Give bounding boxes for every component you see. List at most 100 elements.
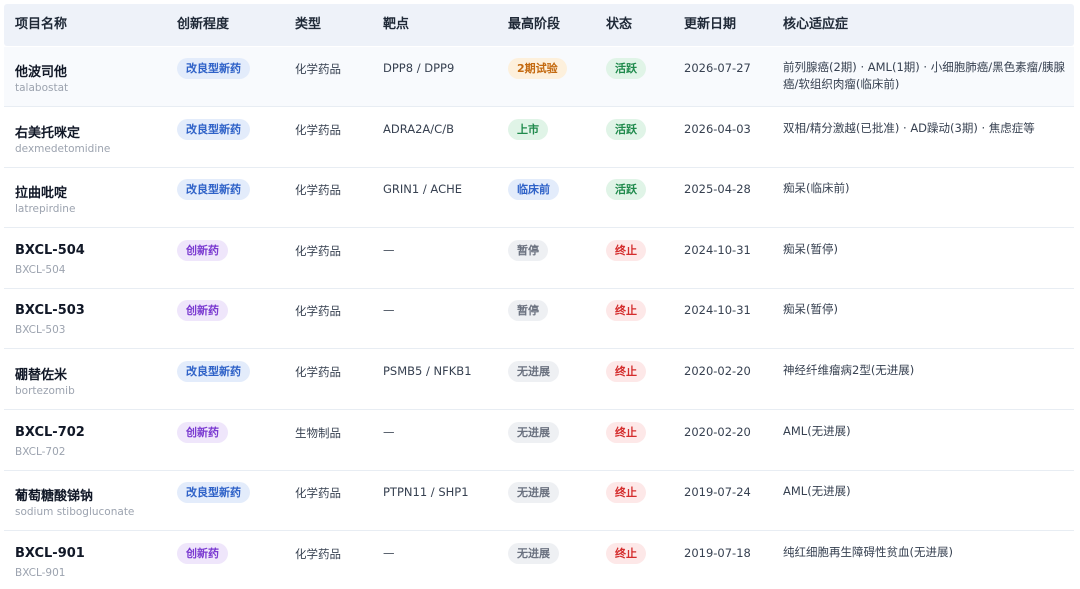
stage-badge: 无进展 (508, 542, 559, 564)
drug-generic-name: latrepirdine (15, 203, 76, 216)
drug-type: 化学药品 (295, 304, 341, 319)
innovation-badge: 创新药 (177, 542, 228, 564)
drug-type: 化学药品 (295, 486, 341, 501)
drug-name[interactable]: BXCL-504 (15, 243, 85, 258)
drug-generic-name: sodium stibogluconate (15, 506, 135, 519)
drug-generic-name: talabostat (15, 82, 69, 94)
column-header-status[interactable]: 状态 (606, 4, 632, 46)
update-date: 2020-02-20 (684, 424, 751, 439)
innovation-badge: 创新药 (177, 421, 228, 443)
column-header-target[interactable]: 靶点 (383, 4, 409, 46)
table-row[interactable]: BXCL-503 BXCL-503 创新药 化学药品 — 暂停 终止 2024-10-31 痴呆… (4, 289, 1074, 350)
table-row[interactable]: BXCL-901 BXCL-901 创新药 化学药品 — 无进展 终止 2019-07-18 纯… (4, 532, 1074, 589)
status-badge: 活跃 (606, 58, 646, 79)
status-badge: 终止 (606, 239, 646, 261)
column-header-date[interactable]: 更新日期 (684, 4, 736, 46)
table-row[interactable]: 右美托咪定 dexmedetomidine 改良型新药 化学药品 ADRA2A/C/B 上… (4, 108, 1074, 168)
table-header: 项目名称 创新程度 类型 靶点 最高阶段 状态 更新日期 核心适应症 (4, 4, 1074, 46)
drug-target: PTPN11 / SHP1 (383, 485, 469, 500)
stage-badge: 暂停 (508, 239, 548, 261)
update-date: 2025-04-28 (684, 182, 751, 197)
core-indication: AML(无进展) (783, 423, 851, 438)
status-badge: 终止 (606, 482, 646, 504)
table-row[interactable]: 硼替佐米 bortezomib 改良型新药 化学药品 PSMB5 / NFKB1 无进展 终… (4, 350, 1074, 410)
column-header-type[interactable]: 类型 (295, 4, 321, 46)
column-header-innovation[interactable]: 创新程度 (177, 4, 229, 46)
innovation-badge: 改良型新药 (177, 118, 250, 140)
innovation-badge: 改良型新药 (177, 482, 250, 504)
stage-badge: 上市 (508, 118, 548, 140)
status-badge: 终止 (606, 300, 646, 322)
drug-generic-name: BXCL-504 (15, 263, 66, 276)
core-indication: AML(无进展) (783, 484, 851, 499)
drug-type: 生物制品 (295, 425, 341, 440)
drug-target: — (383, 545, 395, 560)
drug-target: — (383, 242, 395, 257)
drug-generic-name: BXCL-702 (15, 445, 66, 458)
column-header-stage[interactable]: 最高阶段 (508, 4, 560, 46)
stage-badge: 无进展 (508, 421, 559, 443)
stage-badge: 无进展 (508, 361, 559, 382)
innovation-badge: 创新药 (177, 239, 228, 261)
core-indication: 痴呆(暂停) (783, 302, 838, 317)
drug-type: 化学药品 (295, 365, 341, 379)
update-date: 2024-10-31 (684, 303, 751, 318)
drug-name[interactable]: 硼替佐米 (15, 364, 67, 383)
status-badge: 活跃 (606, 118, 646, 140)
drug-target: ADRA2A/C/B (383, 121, 454, 136)
table-row[interactable]: 拉曲吡啶 latrepirdine 改良型新药 化学药品 GRIN1 / ACHE 临床前… (4, 168, 1074, 229)
stage-badge: 临床前 (508, 179, 559, 201)
status-badge: 终止 (606, 361, 646, 382)
drug-name[interactable]: 他波司他 (15, 61, 67, 80)
drug-generic-name: bortezomib (15, 385, 75, 397)
drug-type: 化学药品 (295, 243, 341, 258)
drug-target: DPP8 / DPP9 (383, 61, 455, 75)
drug-name[interactable]: 右美托咪定 (15, 122, 80, 141)
drug-target: — (383, 424, 395, 439)
stage-badge: 2期试验 (508, 58, 567, 79)
innovation-badge: 创新药 (177, 300, 228, 322)
core-indication: 痴呆(暂停) (783, 241, 838, 256)
update-date: 2020-02-20 (684, 364, 751, 378)
core-indication: 神经纤维瘤病2型(无进展) (783, 363, 915, 377)
status-badge: 活跃 (606, 179, 646, 201)
stage-badge: 暂停 (508, 300, 548, 322)
status-badge: 终止 (606, 542, 646, 564)
drug-name[interactable]: BXCL-503 (15, 303, 85, 318)
drug-generic-name: BXCL-503 (15, 324, 66, 337)
status-badge: 终止 (606, 421, 646, 443)
drug-target: PSMB5 / NFKB1 (383, 364, 472, 378)
table-row[interactable]: 他波司他 talabostat 改良型新药 化学药品 DPP8 / DPP9 2期试验 活跃… (4, 47, 1074, 107)
drug-type: 化学药品 (295, 183, 341, 198)
drug-generic-name: dexmedetomidine (15, 142, 111, 155)
drug-target: — (383, 303, 395, 318)
innovation-badge: 改良型新药 (177, 58, 250, 79)
innovation-badge: 改良型新药 (177, 179, 250, 201)
pipeline-table: 项目名称 创新程度 类型 靶点 最高阶段 状态 更新日期 核心适应症 他波司他 t… (0, 0, 1080, 589)
innovation-badge: 改良型新药 (177, 361, 250, 382)
drug-type: 化学药品 (295, 546, 341, 561)
table-row[interactable]: 葡萄糖酸锑钠 sodium stibogluconate 改良型新药 化学药品 PTPN… (4, 471, 1074, 532)
core-indication: 痴呆(临床前) (783, 181, 850, 196)
update-date: 2019-07-24 (684, 485, 751, 500)
update-date: 2026-07-27 (684, 61, 751, 75)
update-date: 2024-10-31 (684, 242, 751, 257)
table-row[interactable]: BXCL-702 BXCL-702 创新药 生物制品 — 无进展 终止 2020-02-20 A… (4, 411, 1074, 471)
drug-target: GRIN1 / ACHE (383, 182, 463, 197)
column-header-name[interactable]: 项目名称 (15, 4, 67, 46)
drug-name[interactable]: 拉曲吡啶 (15, 182, 67, 201)
update-date: 2019-07-18 (684, 545, 751, 560)
core-indication: 双相/精分激越(已批准) · AD躁动(3期) · 焦虑症等 (783, 120, 1035, 135)
drug-name[interactable]: BXCL-901 (15, 546, 85, 561)
stage-badge: 无进展 (508, 482, 559, 504)
core-indication: 纯红细胞再生障碍性贫血(无进展) (783, 544, 953, 559)
table-row[interactable]: BXCL-504 BXCL-504 创新药 化学药品 — 暂停 终止 2024-10-31 痴呆… (4, 229, 1074, 289)
drug-type: 化学药品 (295, 62, 341, 76)
drug-name[interactable]: BXCL-702 (15, 425, 85, 440)
column-header-indication[interactable]: 核心适应症 (783, 4, 848, 46)
core-indication: 前列腺癌(2期) · AML(1期) · 小细胞肺癌/黑色素瘤/胰腺癌/软组织肉… (783, 60, 1065, 91)
drug-generic-name: BXCL-901 (15, 566, 66, 579)
update-date: 2026-04-03 (684, 121, 751, 136)
drug-type: 化学药品 (295, 122, 341, 137)
drug-name[interactable]: 葡萄糖酸锑钠 (15, 485, 93, 504)
